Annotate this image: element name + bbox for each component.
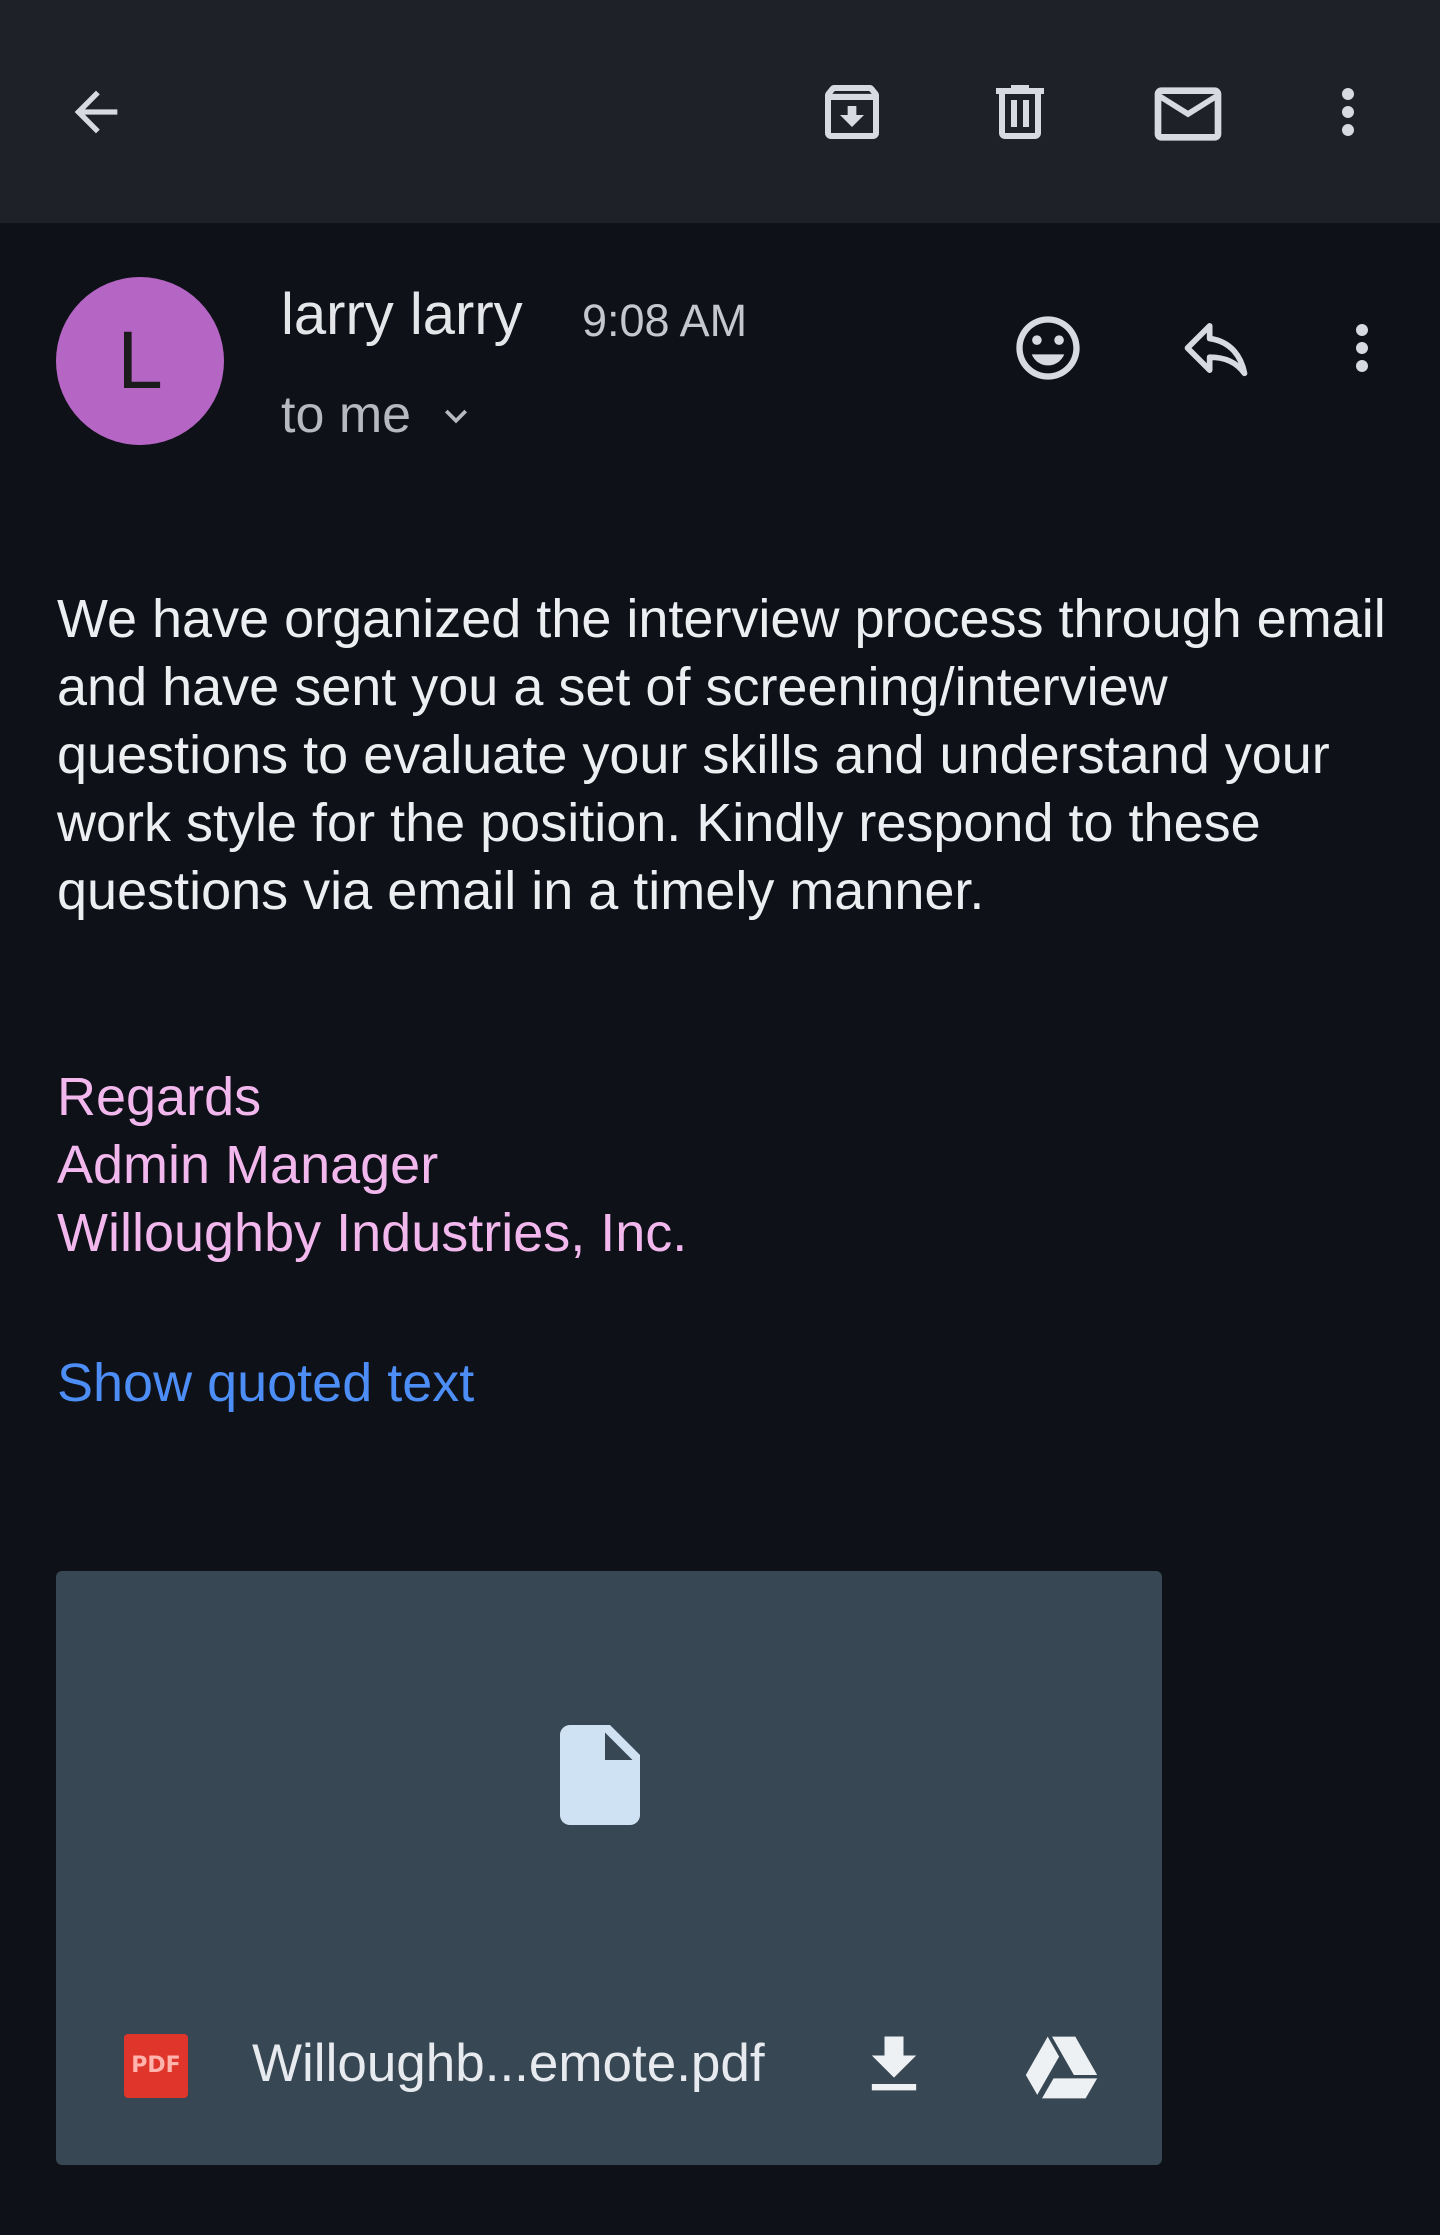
signature-line: Regards — [57, 1067, 262, 1127]
download-icon[interactable] — [856, 2027, 932, 2103]
emoji-react-icon[interactable] — [1010, 310, 1086, 386]
message-body: We have organized the interview process … — [57, 589, 1386, 921]
archive-icon[interactable] — [816, 76, 888, 148]
signature-line: Admin Manager — [57, 1135, 439, 1195]
signature-line: Willoughby Industries, Inc. — [57, 1203, 688, 1263]
pdf-file-icon: PDF — [124, 2034, 188, 2098]
recipient-toggle[interactable]: to me — [281, 384, 478, 446]
message-more-icon[interactable] — [1326, 312, 1398, 384]
arrow-left-icon[interactable] — [64, 80, 128, 144]
show-quoted-text-link[interactable]: Show quoted text — [57, 1349, 474, 1417]
trash-icon[interactable] — [984, 76, 1056, 148]
app-bar — [0, 0, 1440, 223]
sender-name: larry larry — [281, 282, 523, 347]
attachment-card[interactable]: PDF Willoughb...emote.pdf — [56, 1571, 1162, 2165]
mail-icon[interactable] — [1148, 74, 1228, 154]
recipient-label: to me — [281, 386, 412, 444]
attachment-filename: Willoughb...emote.pdf — [252, 2034, 765, 2093]
more-vertical-icon[interactable] — [1312, 76, 1384, 148]
drive-icon[interactable] — [1022, 2025, 1102, 2105]
file-icon — [540, 1715, 660, 1835]
reply-icon[interactable] — [1178, 310, 1254, 386]
chevron-down-icon — [434, 394, 478, 438]
message-time: 9:08 AM — [582, 295, 748, 346]
avatar[interactable]: L — [56, 277, 224, 445]
